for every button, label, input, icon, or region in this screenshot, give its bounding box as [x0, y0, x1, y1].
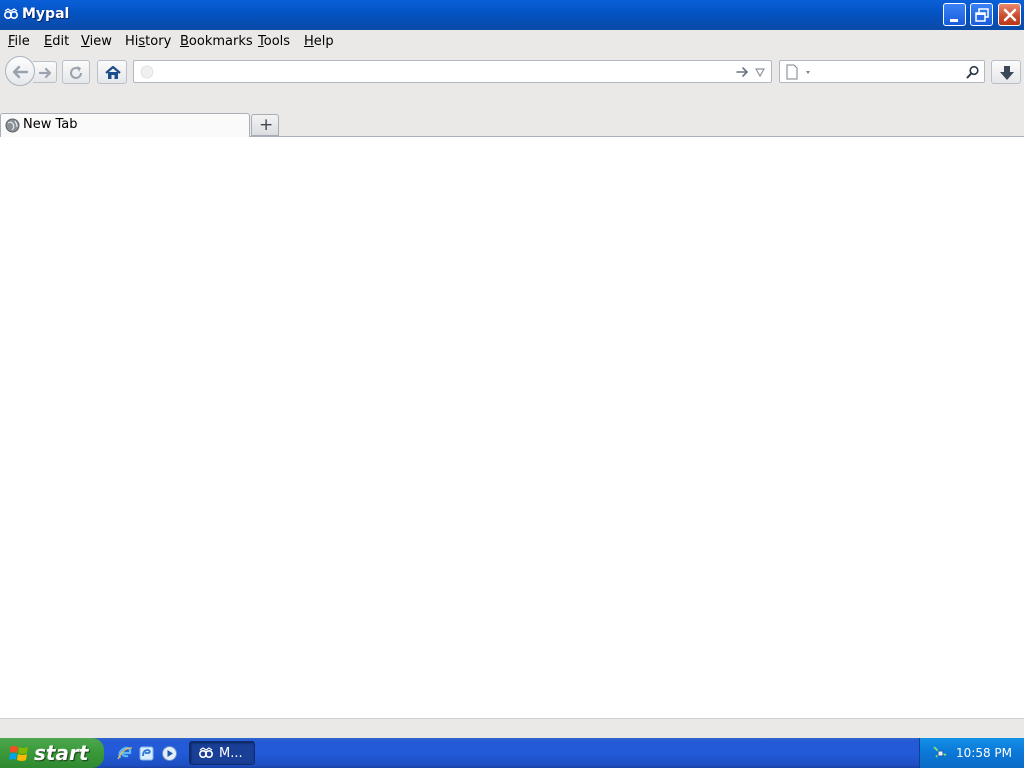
menu-file[interactable]: File [8, 34, 30, 49]
navigation-toolbar [0, 54, 1024, 90]
menu-view-accel: V [81, 34, 90, 49]
menu-bookmarks-rest: ookmarks [188, 34, 253, 49]
mypal-app-icon [199, 747, 214, 759]
taskbar: start M... 10:58 PM [0, 738, 1024, 768]
menu-history-rest: tory [145, 34, 172, 49]
search-icon[interactable] [966, 65, 980, 79]
window-titlebar[interactable]: Mypal [0, 0, 1024, 30]
search-input[interactable] [816, 63, 961, 80]
taskbar-task-mypal[interactable]: M... [189, 741, 255, 765]
window-title: Mypal [22, 6, 70, 22]
menu-history-pre: Hi [125, 34, 139, 49]
menu-file-rest: ile [14, 34, 30, 49]
plus-icon: + [259, 115, 274, 135]
close-button[interactable] [998, 3, 1021, 26]
back-arrow-icon [12, 65, 29, 79]
restore-icon [975, 8, 989, 22]
show-desktop-icon[interactable] [138, 745, 155, 762]
url-input[interactable] [158, 63, 728, 80]
menu-help-accel: H [304, 34, 314, 49]
menu-history[interactable]: History [125, 34, 171, 49]
menu-view[interactable]: View [81, 34, 112, 49]
page-identity-icon [140, 65, 154, 79]
system-tray: 10:58 PM [919, 738, 1024, 768]
minimize-icon [950, 19, 958, 22]
taskbar-task-label: M... [219, 746, 243, 761]
tab-label: New Tab [23, 117, 78, 132]
menu-bar: File Edit View History Bookmarks Tools H… [0, 30, 1024, 54]
menu-edit-accel: E [44, 34, 53, 49]
restore-button[interactable] [970, 3, 993, 26]
go-arrow-icon[interactable] [735, 65, 749, 79]
reload-icon [70, 66, 82, 79]
menu-bookmarks-accel: B [180, 34, 189, 49]
menu-tools-rest: ools [263, 34, 291, 49]
close-icon [1003, 8, 1017, 22]
back-button[interactable] [5, 56, 35, 86]
media-player-icon[interactable] [161, 745, 178, 762]
status-bar [0, 718, 1024, 738]
home-button[interactable] [97, 60, 127, 84]
menu-edit[interactable]: Edit [44, 34, 69, 49]
mypal-app-icon [4, 8, 18, 19]
page-content[interactable] [0, 137, 1024, 718]
desktop-screen: Mypal File Edit View History Bookmarks T… [0, 0, 1024, 768]
menu-help[interactable]: Help [304, 34, 334, 49]
start-label: start [34, 741, 89, 765]
menu-bookmarks[interactable]: Bookmarks [180, 34, 253, 49]
tab-new-tab[interactable]: New Tab [0, 113, 250, 137]
home-icon [105, 65, 121, 79]
forward-button[interactable] [33, 61, 57, 83]
minimize-button[interactable] [943, 3, 966, 26]
url-history-dropdown-icon[interactable] [754, 66, 766, 78]
downloads-button[interactable] [991, 60, 1021, 84]
windows-logo-icon [9, 746, 28, 761]
globe-icon [5, 118, 20, 133]
search-bar[interactable] [779, 60, 985, 83]
menu-help-rest: elp [313, 34, 334, 49]
download-arrow-icon [1000, 66, 1014, 80]
start-button[interactable]: start [0, 738, 104, 768]
tab-strip: New Tab + [0, 90, 1024, 137]
menu-view-rest: iew [89, 34, 112, 49]
forward-arrow-icon [38, 67, 52, 79]
internet-explorer-icon[interactable] [116, 745, 133, 762]
clock[interactable]: 10:58 PM [956, 746, 1012, 760]
new-tab-button[interactable]: + [251, 114, 279, 136]
menu-tools[interactable]: Tools [258, 34, 290, 49]
reload-button[interactable] [62, 60, 90, 84]
menu-edit-rest: dit [52, 34, 70, 49]
url-bar[interactable] [133, 60, 772, 83]
search-engine-icon[interactable] [785, 64, 813, 80]
network-icon[interactable] [932, 745, 948, 760]
